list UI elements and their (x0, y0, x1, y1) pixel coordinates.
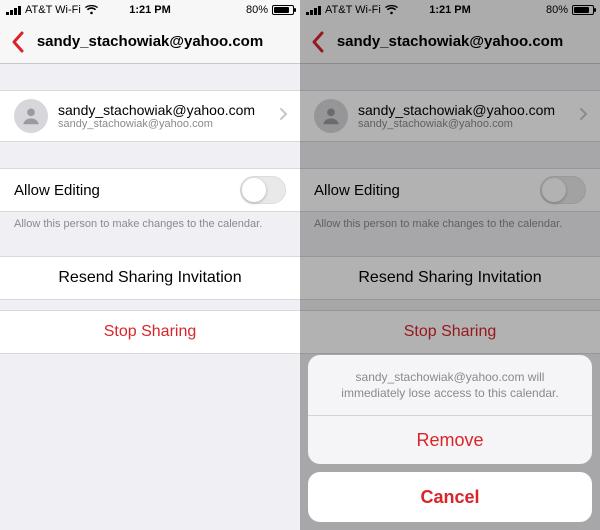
resend-invitation-label: Resend Sharing Invitation (58, 269, 241, 287)
cancel-label: Cancel (420, 487, 479, 508)
cancel-button[interactable]: Cancel (308, 472, 592, 522)
action-sheet-message: sandy_stachowiak@yahoo.com will immediat… (308, 355, 592, 415)
allow-editing-hint: Allow this person to make changes to the… (0, 212, 300, 230)
stop-sharing-label: Stop Sharing (104, 323, 197, 341)
contact-email: sandy_stachowiak@yahoo.com (58, 118, 269, 130)
contact-name: sandy_stachowiak@yahoo.com (58, 102, 269, 118)
contact-row[interactable]: sandy_stachowiak@yahoo.com sandy_stachow… (0, 90, 300, 142)
action-sheet: sandy_stachowiak@yahoo.com will immediat… (308, 355, 592, 522)
clock: 1:21 PM (0, 4, 300, 16)
chevron-right-icon (279, 107, 288, 126)
allow-editing-row[interactable]: Allow Editing (0, 168, 300, 212)
battery-icon (272, 5, 294, 15)
stop-sharing-button[interactable]: Stop Sharing (0, 310, 300, 354)
remove-label: Remove (416, 430, 483, 451)
page-title: sandy_stachowiak@yahoo.com (0, 33, 300, 50)
remove-button[interactable]: Remove (308, 416, 592, 464)
phone-screen-right: AT&T Wi-Fi 1:21 PM 80% sandy_stachowiak@… (300, 0, 600, 530)
allow-editing-label: Allow Editing (14, 182, 100, 199)
allow-editing-toggle[interactable] (240, 176, 286, 204)
phone-screen-left: AT&T Wi-Fi 1:21 PM 80% sandy_stachowiak@… (0, 0, 300, 530)
avatar-icon (14, 99, 48, 133)
status-bar: AT&T Wi-Fi 1:21 PM 80% (0, 0, 300, 20)
nav-bar: sandy_stachowiak@yahoo.com (0, 20, 300, 64)
resend-invitation-button[interactable]: Resend Sharing Invitation (0, 256, 300, 300)
